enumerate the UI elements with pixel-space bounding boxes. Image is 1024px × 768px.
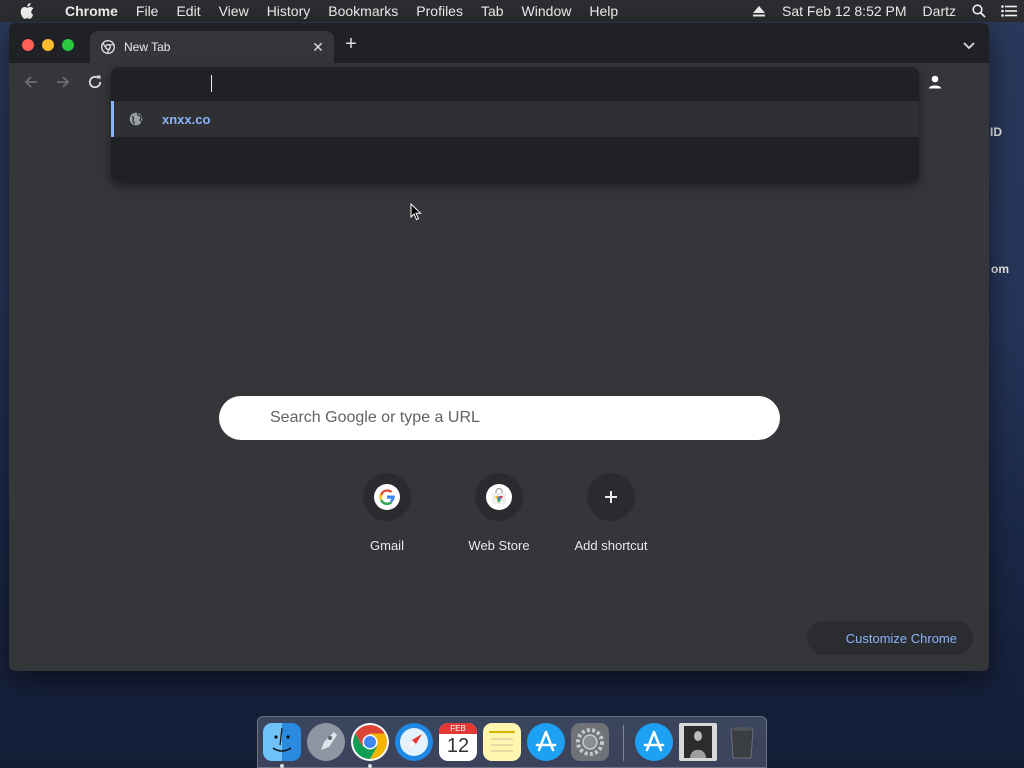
plus-icon: [605, 491, 617, 503]
calendar-day: 12: [446, 735, 470, 757]
shortcut-add[interactable]: Add shortcut: [556, 473, 666, 553]
shortcut-label: Gmail: [370, 538, 404, 553]
mouse-cursor-icon: [410, 203, 422, 221]
shortcut-label: Web Store: [468, 538, 530, 553]
dock-safari-icon[interactable]: [395, 723, 433, 761]
apple-icon: [20, 3, 34, 19]
menu-edit[interactable]: Edit: [167, 0, 209, 22]
menu-file[interactable]: File: [127, 0, 168, 22]
dock-running-indicator: [368, 764, 372, 768]
dock: FEB 12: [257, 716, 767, 768]
back-arrow-icon[interactable]: [22, 73, 40, 91]
dock-chrome-icon[interactable]: [351, 723, 389, 761]
shortcut-tile: [475, 473, 523, 521]
forward-arrow-icon[interactable]: [54, 73, 72, 91]
menubar-clock[interactable]: Sat Feb 12 8:52 PM: [774, 3, 915, 19]
desktop-icon-label[interactable]: ID: [990, 125, 1002, 139]
chrome-window: New Tab ✕ + Search Google or type a URL: [9, 23, 989, 671]
chrome-icon: [101, 40, 115, 54]
text-caret: [211, 75, 212, 92]
dock-calendar-icon[interactable]: FEB 12: [439, 723, 477, 761]
dock-separator: [623, 725, 624, 761]
shortcut-tile: [363, 473, 411, 521]
dock-app-store-icon[interactable]: [527, 723, 565, 761]
customize-chrome-button[interactable]: Customize Chrome: [807, 621, 973, 655]
address-bar-input[interactable]: [111, 67, 919, 101]
apple-menu[interactable]: [0, 3, 56, 19]
dock-finder-icon[interactable]: [263, 723, 301, 761]
dock-notes-icon[interactable]: [483, 723, 521, 761]
dock-launchpad-icon[interactable]: [307, 723, 345, 761]
window-fullscreen-button[interactable]: [62, 39, 74, 51]
menubar-user[interactable]: Dartz: [915, 3, 964, 19]
desktop-icon-label[interactable]: om: [991, 262, 1009, 276]
spotlight-search-icon[interactable]: [964, 0, 994, 22]
menu-history[interactable]: History: [258, 0, 320, 22]
menu-tab[interactable]: Tab: [472, 0, 513, 22]
window-close-button[interactable]: [22, 39, 34, 51]
eject-icon[interactable]: [744, 0, 774, 22]
shortcut-gmail[interactable]: Gmail: [332, 473, 442, 553]
omnibox-suggestion[interactable]: xnxx.co: [111, 101, 919, 137]
dock-preview-icon[interactable]: [679, 723, 717, 761]
menu-window[interactable]: Window: [513, 0, 581, 22]
window-minimize-button[interactable]: [42, 39, 54, 51]
menu-profiles[interactable]: Profiles: [407, 0, 472, 22]
notification-center-icon[interactable]: [994, 0, 1024, 22]
ntp-search-placeholder: Search Google or type a URL: [270, 409, 480, 426]
reload-icon[interactable]: [86, 73, 104, 91]
shortcut-label: Add shortcut: [574, 538, 648, 553]
tab-strip: New Tab ✕ +: [9, 23, 989, 63]
suggestion-url: xnxx.co: [162, 111, 211, 127]
globe-icon: [129, 112, 143, 126]
profile-avatar-icon[interactable]: [925, 72, 945, 92]
menu-app-name[interactable]: Chrome: [56, 0, 127, 22]
web-store-icon: [492, 488, 506, 504]
menu-bar: Chrome File Edit View History Bookmarks …: [0, 0, 1024, 22]
new-tab-button[interactable]: +: [341, 34, 361, 55]
menu-help[interactable]: Help: [580, 0, 627, 22]
shortcut-web-store[interactable]: Web Store: [444, 473, 554, 553]
ntp-search-box[interactable]: Search Google or type a URL: [219, 396, 780, 440]
tab-new-tab[interactable]: New Tab ✕: [90, 31, 334, 63]
tab-search-chevron-down-icon[interactable]: [961, 37, 977, 53]
dock-trash-icon[interactable]: [723, 723, 761, 761]
customize-chrome-label: Customize Chrome: [845, 630, 957, 646]
google-g-icon: [379, 489, 395, 506]
tab-title: New Tab: [124, 40, 171, 54]
dock-system-preferences-icon[interactable]: [571, 723, 609, 761]
shortcut-tile: [587, 473, 635, 521]
calendar-month: FEB: [439, 723, 477, 734]
omnibox-dropdown: xnxx.co: [111, 67, 919, 181]
menu-bookmarks[interactable]: Bookmarks: [319, 0, 407, 22]
tab-close-icon[interactable]: ✕: [310, 39, 326, 55]
dock-running-indicator: [280, 764, 284, 768]
dock-app-store-icon[interactable]: [635, 723, 673, 761]
menu-view[interactable]: View: [210, 0, 258, 22]
